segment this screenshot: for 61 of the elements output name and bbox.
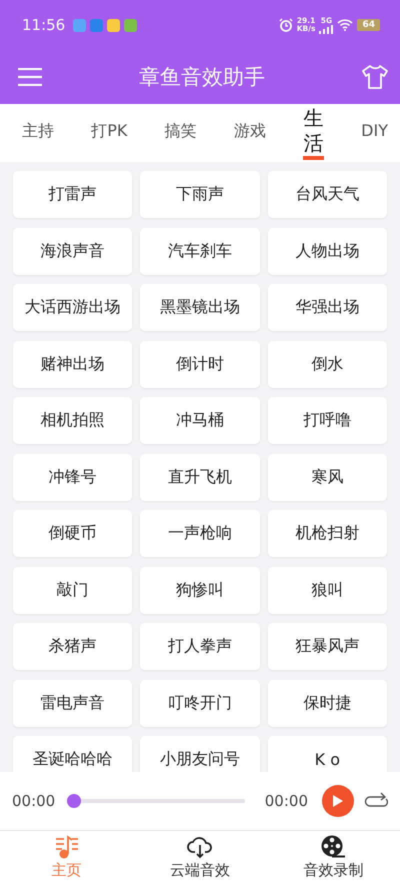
sound-effect-button[interactable]: 倒计时 (140, 340, 260, 388)
battery-indicator: 64 (357, 19, 380, 31)
sound-effect-button[interactable]: 保时捷 (268, 680, 387, 726)
sound-effect-button[interactable]: 狗惨叫 (140, 566, 260, 614)
sound-effect-button[interactable]: 打呼噜 (268, 397, 387, 444)
category-tab[interactable]: 生活 (302, 106, 324, 160)
category-tab[interactable]: 打PK (91, 121, 128, 145)
cartoon-app-icon (107, 18, 120, 32)
sound-effect-button[interactable]: 狂暴风声 (268, 623, 387, 670)
play-button[interactable] (322, 785, 354, 817)
sound-effect-button[interactable]: 狼叫 (268, 566, 387, 614)
play-icon (332, 794, 344, 808)
status-time: 11:56 (22, 16, 66, 34)
game-app-icon (124, 18, 138, 32)
sound-effect-button[interactable]: 雷电声音 (13, 680, 132, 726)
sound-effect-button[interactable]: 下雨声 (140, 171, 260, 218)
sound-effect-button[interactable]: K o (268, 736, 387, 772)
sound-effect-button[interactable]: 冲锋号 (13, 454, 132, 500)
sound-effect-button[interactable]: 小朋友问号 (140, 736, 260, 772)
category-tab[interactable]: 主持 (22, 121, 54, 145)
film-reel-icon (320, 834, 346, 858)
sound-effect-button[interactable]: 人物出场 (268, 228, 387, 274)
music-note-icon (54, 834, 80, 858)
sound-effect-button[interactable]: 海浪声音 (13, 228, 132, 274)
elapsed-time: 00:00 (12, 792, 56, 810)
wifi-icon (337, 19, 354, 31)
app-title: 章鱼音效助手 (139, 64, 265, 91)
sound-effect-button[interactable]: 倒水 (268, 340, 387, 388)
sound-effect-button[interactable]: 一声枪响 (140, 510, 260, 557)
cloud-download-icon (186, 834, 213, 858)
sound-effect-button[interactable]: 台风天气 (268, 171, 387, 218)
sound-effect-button[interactable]: 华强出场 (268, 284, 387, 331)
chat-app-icon (90, 18, 104, 32)
sound-effect-button[interactable]: 直升飞机 (140, 454, 260, 500)
t-shirt-icon[interactable] (362, 65, 388, 89)
sound-effect-button[interactable]: 相机拍照 (13, 397, 132, 444)
category-tab[interactable]: 游戏 (234, 121, 266, 145)
weather-app-icon (73, 18, 86, 32)
category-tab[interactable]: 搞笑 (164, 121, 197, 145)
sound-effect-button[interactable]: 黑墨镜出场 (140, 284, 260, 331)
sound-effect-button[interactable]: 叮咚开门 (140, 680, 260, 726)
bottom-nav-item[interactable]: 云端音效 (133, 831, 267, 889)
signal-icon (319, 24, 334, 34)
sound-effect-button[interactable]: 杀猪声 (13, 623, 132, 670)
sound-effect-button[interactable]: 机枪扫射 (268, 510, 387, 557)
sound-effect-button[interactable]: 大话西游出场 (13, 284, 132, 331)
sound-effect-button[interactable]: 敲门 (13, 566, 132, 614)
sound-effect-button[interactable]: 冲马桶 (140, 397, 260, 444)
sound-effect-button[interactable]: 寒风 (268, 454, 387, 500)
category-tab[interactable]: DIY (361, 121, 388, 145)
alarm-icon (278, 18, 293, 32)
total-time: 00:00 (264, 792, 308, 810)
progress-thumb[interactable] (67, 794, 82, 808)
sound-effect-button[interactable]: 赌神出场 (13, 340, 132, 388)
sound-effect-button[interactable]: 汽车刹车 (140, 228, 260, 274)
sound-effect-button[interactable]: 倒硬币 (13, 510, 132, 557)
sound-effect-button[interactable]: 圣诞哈哈哈 (13, 736, 132, 772)
menu-icon[interactable] (18, 68, 42, 86)
bottom-nav-item[interactable]: 音效录制 (266, 831, 400, 889)
sound-effect-button[interactable]: 打雷声 (13, 171, 132, 218)
sound-effect-button[interactable]: 打人拳声 (140, 623, 260, 670)
